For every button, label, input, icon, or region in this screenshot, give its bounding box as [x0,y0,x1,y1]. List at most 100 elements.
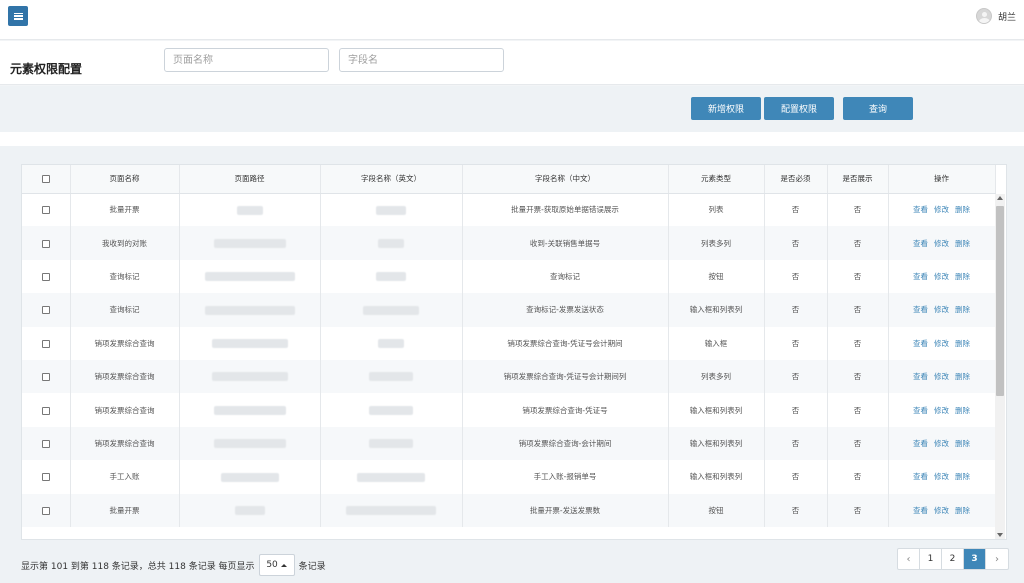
delete-link[interactable]: 删除 [955,305,970,314]
delete-link[interactable]: 删除 [955,472,970,481]
edit-link[interactable]: 修改 [934,305,949,314]
delete-link[interactable]: 删除 [955,406,970,415]
query-button[interactable]: 查询 [843,97,913,120]
header-field-cn[interactable]: 字段名称（中文） [462,165,669,194]
row-checkbox[interactable] [41,506,50,515]
pager-info-suffix: 条记录 [298,561,326,572]
delete-link[interactable]: 删除 [955,239,970,248]
row-select-cell [22,293,71,327]
scroll-up-arrow-icon[interactable] [997,196,1003,200]
avatar [975,8,992,24]
edit-link[interactable]: 修改 [934,205,949,214]
view-link[interactable]: 查看 [913,272,928,281]
table-row[interactable]: 销项发票综合查询 销项发票综合查询-凭证号 输入框和列表列否否查看 修改 删除 [22,393,996,427]
table-row[interactable]: 我收到的对账 收到-关联销售单据号 列表多列否否查看 修改 删除 [22,226,996,260]
view-link[interactable]: 查看 [913,506,928,515]
cell-field-en [320,193,463,227]
redacted-text [369,439,413,449]
header-element-type[interactable]: 元素类型 [668,165,765,194]
delete-link[interactable]: 删除 [955,372,970,381]
table-row[interactable]: 手工入账 手工入账-报销单号 输入框和列表列否否查看 修改 删除 [22,460,996,494]
user-menu[interactable]: 胡兰 [975,8,1016,24]
row-checkbox[interactable] [41,339,50,348]
select-all-checkbox[interactable] [41,175,50,184]
view-link[interactable]: 查看 [913,406,928,415]
page-button-2[interactable]: 2 [942,549,964,569]
row-select-cell [22,493,71,527]
menu-toggle-button[interactable] [8,6,28,26]
table-row[interactable]: 批量开票 批量开票-发送发票数 按钮否否查看 修改 删除 [22,493,996,527]
row-checkbox[interactable] [41,306,50,315]
table-row[interactable]: 销项发票综合查询 销项发票综合查询-会计期间 输入框和列表列否否查看 修改 删除 [22,426,996,461]
cell-required: 否 [764,493,828,527]
header-shown[interactable]: 是否展示 [827,165,889,194]
prev-page-button[interactable]: ‹ [898,549,920,569]
header-field-en[interactable]: 字段名称（英文） [320,165,463,194]
view-link[interactable]: 查看 [913,439,928,448]
edit-link[interactable]: 修改 [934,272,949,281]
header-required[interactable]: 是否必须 [764,165,828,194]
page-title: 元素权限配置 [10,62,83,76]
row-checkbox[interactable] [41,473,50,482]
row-checkbox[interactable] [41,239,50,248]
view-link[interactable]: 查看 [913,472,928,481]
row-checkbox[interactable] [41,373,50,382]
view-link[interactable]: 查看 [913,205,928,214]
header-page-name[interactable]: 页面名称 [70,165,180,194]
redacted-text [357,472,425,482]
cell-page-name: 查询标记 [70,259,180,294]
delete-link[interactable]: 删除 [955,272,970,281]
scroll-thumb[interactable] [996,206,1004,396]
permission-table: 页面名称 页面路径 字段名称（英文） 字段名称（中文） 元素类型 是否必须 是否… [21,164,1007,540]
view-link[interactable]: 查看 [913,305,928,314]
table-row[interactable]: 销项发票综合查询 销项发票综合查询-凭证号会计期间列 列表多列否否查看 修改 删除 [22,359,996,394]
row-checkbox[interactable] [41,406,50,415]
cell-element-type: 输入框和列表列 [668,393,765,427]
scroll-down-arrow-icon[interactable] [997,533,1003,537]
cell-field-cn: 手工入账-报销单号 [462,460,669,494]
delete-link[interactable]: 删除 [955,339,970,348]
redacted-text [211,339,288,348]
redacted-text [204,305,295,315]
config-permission-button[interactable]: 配置权限 [764,97,834,120]
table-row[interactable]: 批量开票 批量开票-获取原始单据错误展示 列表否否查看 修改 删除 [22,193,996,227]
view-link[interactable]: 查看 [913,372,928,381]
page-size-select[interactable]: 50 [258,554,295,576]
row-checkbox[interactable] [41,439,50,448]
cell-page-name: 批量开票 [70,493,180,527]
delete-link[interactable]: 删除 [955,205,970,214]
view-link[interactable]: 查看 [913,239,928,248]
cell-field-en [320,359,463,394]
delete-link[interactable]: 删除 [955,506,970,515]
cell-required: 否 [764,359,828,394]
page-button-3[interactable]: 3 [964,549,986,569]
view-link[interactable]: 查看 [913,339,928,348]
page-button-1[interactable]: 1 [920,549,942,569]
edit-link[interactable]: 修改 [934,339,949,348]
field-name-input[interactable] [339,48,504,72]
row-select-cell [22,426,71,461]
cell-page-path [179,493,321,527]
delete-link[interactable]: 删除 [955,439,970,448]
table-row[interactable]: 查询标记 查询标记-发票发送状态 输入框和列表列否否查看 修改 删除 [22,293,996,327]
header-page-path[interactable]: 页面路径 [179,165,321,194]
redacted-text [369,405,413,415]
edit-link[interactable]: 修改 [934,239,949,248]
edit-link[interactable]: 修改 [934,372,949,381]
add-permission-button[interactable]: 新增权限 [691,97,761,120]
pager-info: 显示第 101 到第 118 条记录，总共 118 条记录 每页显示 50 条记… [21,554,326,576]
edit-link[interactable]: 修改 [934,406,949,415]
cell-ops: 查看 修改 删除 [888,426,996,461]
table-row[interactable]: 销项发票综合查询 销项发票综合查询-凭证号会计期间 输入框否否查看 修改 删除 [22,326,996,360]
cell-page-name: 销项发票综合查询 [70,426,180,461]
edit-link[interactable]: 修改 [934,506,949,515]
row-checkbox[interactable] [41,206,50,215]
header-ops: 操作 [888,165,996,194]
edit-link[interactable]: 修改 [934,439,949,448]
next-page-button[interactable]: › [986,549,1008,569]
edit-link[interactable]: 修改 [934,472,949,481]
page-name-input[interactable] [164,48,329,72]
row-checkbox[interactable] [41,272,50,281]
table-scrollbar[interactable] [995,194,1005,539]
table-row[interactable]: 查询标记 查询标记 按钮否否查看 修改 删除 [22,259,996,294]
